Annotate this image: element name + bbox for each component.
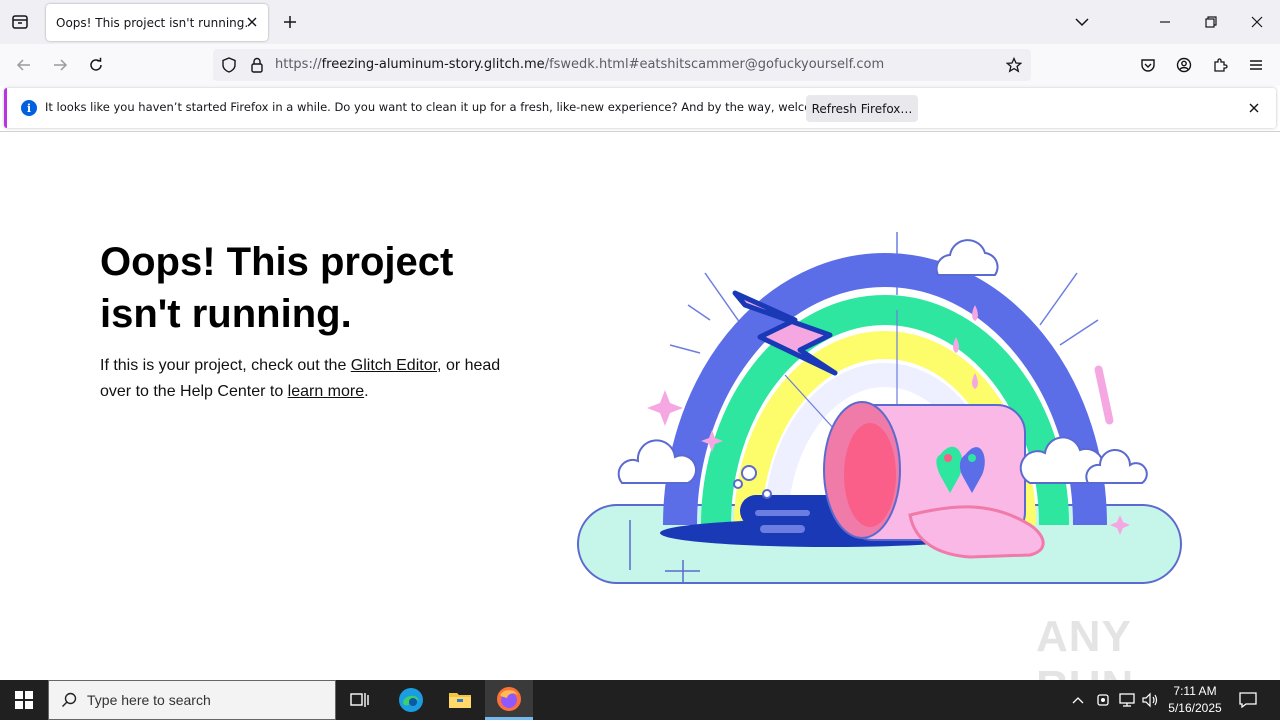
anyrun-watermark: ANY RUN (1036, 612, 1236, 711)
extensions-button[interactable] (1208, 53, 1232, 77)
site-security-button[interactable] (248, 56, 266, 74)
taskbar-clock[interactable]: 7:11 AM 5/16/2025 (1162, 683, 1228, 717)
search-icon (62, 692, 77, 707)
new-tab-button[interactable] (280, 12, 300, 32)
task-view-icon (350, 693, 369, 707)
network-icon (1119, 693, 1135, 707)
task-view-button[interactable] (336, 680, 384, 720)
chevron-up-icon (1072, 697, 1084, 704)
restore-icon (1205, 16, 1217, 28)
clock-date: 5/16/2025 (1168, 701, 1222, 715)
tab-close-button[interactable] (244, 14, 260, 30)
window-close-button[interactable] (1234, 0, 1280, 44)
speaker-icon (1142, 692, 1158, 708)
tracking-protection-button[interactable] (220, 56, 238, 74)
taskbar-edge[interactable] (387, 680, 435, 720)
firefox-icon (497, 686, 521, 711)
learn-more-link[interactable]: learn more (288, 383, 364, 400)
forward-button[interactable] (48, 53, 72, 77)
notification-center-button[interactable] (1238, 690, 1258, 710)
taskbar-file-explorer[interactable] (436, 680, 484, 720)
description-text-1: If this is your project, check out the (100, 357, 351, 374)
network-button[interactable] (1117, 690, 1137, 710)
tab-manager-icon (12, 15, 28, 29)
volume-button[interactable] (1141, 690, 1161, 710)
navigation-toolbar: https://freezing-aluminum-story.glitch.m… (0, 44, 1280, 86)
tab-title: Oops! This project isn't running. (56, 15, 249, 30)
star-icon (1006, 57, 1022, 73)
url-bar[interactable]: https://freezing-aluminum-story.glitch.m… (213, 49, 1031, 81)
page-description: If this is your project, check out the G… (100, 353, 520, 405)
arrow-right-icon (54, 59, 68, 71)
windows-logo-icon (15, 691, 33, 709)
edge-icon (399, 688, 423, 712)
app-menu-button[interactable] (1244, 53, 1268, 77)
show-hidden-icons-button[interactable] (1068, 690, 1088, 710)
list-all-tabs-button[interactable] (1059, 0, 1105, 44)
url-scheme: https:// (275, 57, 322, 72)
clock-time: 7:11 AM (1173, 684, 1217, 698)
lock-icon (251, 57, 263, 73)
url-path: /fswedk.html#eatshitscammer@gofuckyourse… (544, 57, 885, 72)
notification-close-button[interactable] (1246, 100, 1262, 116)
tab-active[interactable]: Oops! This project isn't running. (46, 4, 268, 41)
pocket-icon (1141, 59, 1155, 72)
refresh-firefox-button[interactable]: Refresh Firefox… (806, 95, 918, 122)
puzzle-icon (1214, 58, 1228, 72)
broken-rainbow-illustration (577, 232, 1182, 584)
windows-taskbar: Type here to search 7:11 AM 5/16/2025 (0, 680, 1280, 720)
description-text-3: . (364, 383, 369, 400)
info-icon: i (21, 100, 37, 116)
bookmark-star-button[interactable] (1005, 56, 1023, 74)
restore-button[interactable] (1188, 0, 1234, 44)
tray-app-button[interactable] (1093, 690, 1113, 710)
folder-icon (449, 693, 471, 708)
refresh-firefox-notification: i It looks like you haven’t started Fire… (4, 88, 1276, 128)
tray-app-icon (1097, 694, 1109, 706)
pocket-button[interactable] (1136, 53, 1160, 77)
page-heading: Oops! This project isn't running. (100, 240, 454, 336)
notification-icon (1239, 692, 1257, 708)
close-icon (1251, 16, 1263, 28)
search-placeholder: Type here to search (87, 692, 211, 708)
glitch-editor-link[interactable]: Glitch Editor (351, 357, 437, 374)
minimize-icon (1160, 21, 1170, 23)
close-icon (247, 17, 257, 27)
close-icon (1249, 103, 1259, 113)
content-divider (0, 131, 1280, 132)
arrow-left-icon (16, 59, 30, 71)
plus-icon (284, 16, 296, 28)
reload-icon (90, 57, 102, 71)
reload-button[interactable] (84, 53, 108, 77)
taskbar-firefox[interactable] (485, 680, 533, 720)
start-button[interactable] (0, 680, 48, 720)
chevron-down-icon (1075, 18, 1089, 27)
account-icon (1176, 57, 1192, 73)
url-host: freezing-aluminum-story.glitch.me (321, 57, 545, 72)
tab-manager-button[interactable] (8, 10, 32, 34)
tab-strip: Oops! This project isn't running. (0, 0, 1280, 44)
notification-message: It looks like you haven’t started Firefo… (45, 100, 866, 114)
account-button[interactable] (1172, 53, 1196, 77)
minimize-button[interactable] (1142, 0, 1188, 44)
shield-icon (222, 57, 236, 73)
back-button[interactable] (12, 53, 36, 77)
hamburger-menu-icon (1250, 60, 1262, 70)
url-text[interactable]: https://freezing-aluminum-story.glitch.m… (275, 57, 884, 72)
taskbar-search-box[interactable]: Type here to search (48, 680, 336, 720)
